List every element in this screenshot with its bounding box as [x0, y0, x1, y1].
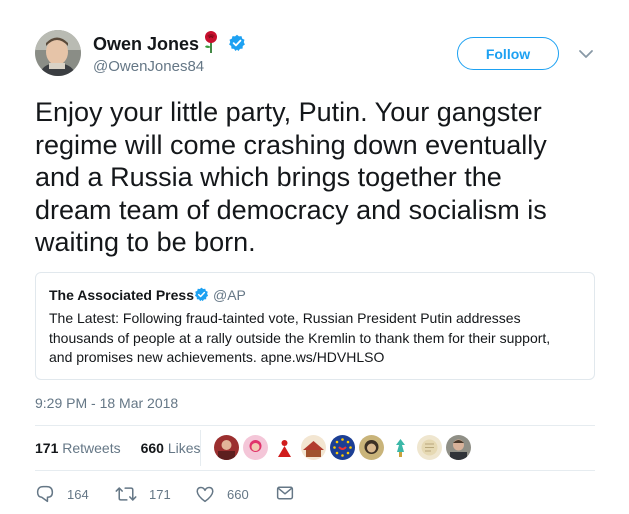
liker-avatar[interactable]: [243, 435, 268, 460]
liker-avatar[interactable]: [330, 435, 355, 460]
author-avatar[interactable]: [35, 30, 81, 76]
heart-icon: [196, 486, 214, 503]
likes-count: 660: [140, 440, 164, 456]
author-name[interactable]: Owen Jones: [93, 34, 199, 54]
author-handle[interactable]: @OwenJones84: [93, 58, 204, 76]
divider: [35, 470, 595, 471]
quoted-tweet[interactable]: The Associated Press @AP The Latest: Fol…: [35, 272, 595, 380]
liker-avatars: [214, 435, 471, 460]
reply-icon: [36, 485, 54, 503]
liker-avatar[interactable]: [359, 435, 384, 460]
like-button[interactable]: 660: [195, 485, 249, 503]
tweet-text: Enjoy your little party, Putin. Your gan…: [35, 97, 547, 257]
chevron-down-icon[interactable]: [578, 47, 594, 59]
divider: [35, 425, 595, 426]
retweet-count: 171: [149, 486, 171, 502]
liker-avatar[interactable]: [214, 435, 239, 460]
divider: [200, 430, 201, 466]
quoted-author-handle: @AP: [213, 287, 246, 303]
likes-stat[interactable]: 660 Likes: [141, 440, 201, 456]
tweet-timestamp[interactable]: 9:29 PM - 18 Mar 2018: [35, 395, 178, 411]
rose-icon: [202, 30, 220, 54]
tweet-stats: 171 Retweets 660 Likes: [35, 440, 201, 456]
retweet-icon: [115, 487, 137, 501]
reply-button[interactable]: 164: [35, 485, 89, 503]
follow-button[interactable]: Follow: [457, 37, 559, 70]
liker-avatar[interactable]: [417, 435, 442, 460]
retweets-count: 171: [35, 440, 59, 456]
liker-avatar[interactable]: [388, 435, 413, 460]
verified-badge-icon: [228, 34, 246, 52]
likes-label: Likes: [167, 440, 201, 456]
quoted-tweet-text: The Latest: Following fraud-tainted vote…: [49, 310, 551, 365]
quoted-author-name: The Associated Press: [49, 287, 194, 303]
envelope-icon: [276, 486, 294, 500]
retweet-button[interactable]: 171: [115, 485, 171, 503]
reply-count: 164: [67, 486, 89, 502]
retweets-label: Retweets: [62, 440, 121, 456]
retweets-stat[interactable]: 171 Retweets: [35, 440, 121, 456]
like-count: 660: [227, 486, 249, 502]
liker-avatar[interactable]: [301, 435, 326, 460]
direct-message-button[interactable]: [276, 485, 294, 501]
liker-avatar[interactable]: [272, 435, 297, 460]
liker-avatar[interactable]: [446, 435, 471, 460]
verified-badge-icon: [194, 287, 209, 302]
